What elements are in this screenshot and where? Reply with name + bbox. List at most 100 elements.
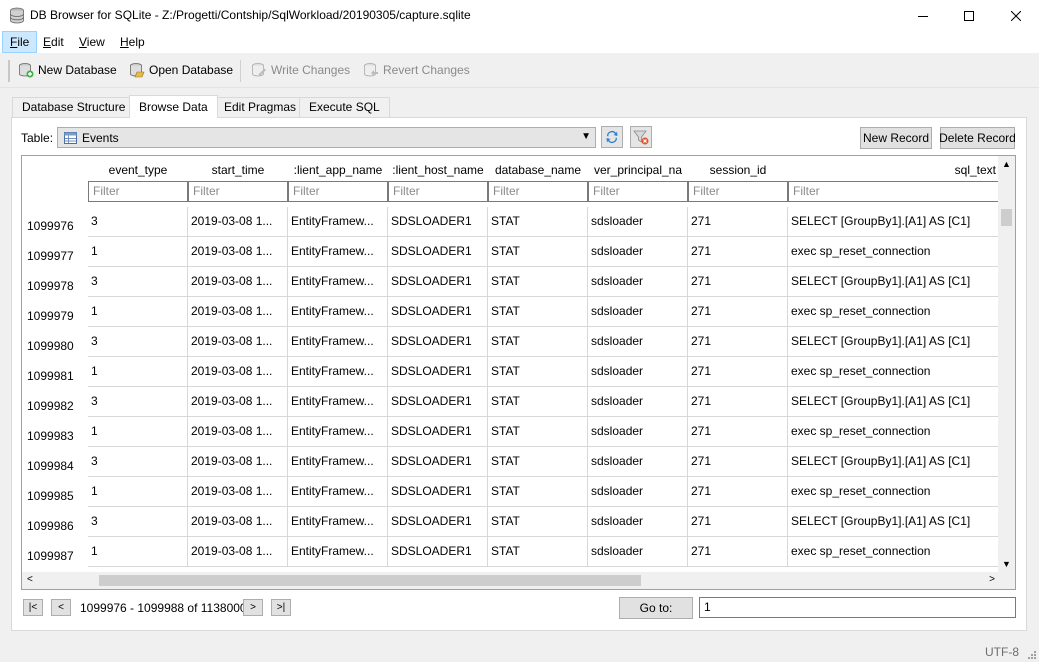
- table-cell[interactable]: 3: [88, 267, 188, 297]
- open-database-button[interactable]: Open Database: [129, 60, 233, 80]
- tab-browse-data[interactable]: Browse Data: [129, 95, 218, 118]
- table-cell[interactable]: SDSLOADER1: [388, 207, 488, 237]
- table-cell[interactable]: SDSLOADER1: [388, 507, 488, 537]
- menu-view[interactable]: View: [72, 31, 112, 53]
- table-cell[interactable]: EntityFramew...: [288, 237, 388, 267]
- table-cell[interactable]: SELECT [GroupBy1].[A1] AS [C1]: [788, 207, 1000, 237]
- row-number[interactable]: 1099976: [22, 207, 88, 237]
- revert-changes-button[interactable]: Revert Changes: [363, 60, 470, 80]
- table-cell[interactable]: 1: [88, 537, 188, 567]
- row-number[interactable]: 1099980: [22, 327, 88, 357]
- table-cell[interactable]: exec sp_reset_connection: [788, 297, 1000, 327]
- scroll-left-icon[interactable]: <: [27, 574, 33, 585]
- table-cell[interactable]: 3: [88, 207, 188, 237]
- delete-record-button[interactable]: Delete Record: [939, 127, 1016, 149]
- table-cell[interactable]: EntityFramew...: [288, 207, 388, 237]
- table-cell[interactable]: 1: [88, 297, 188, 327]
- menu-file[interactable]: File: [2, 31, 38, 53]
- table-cell[interactable]: SDSLOADER1: [388, 237, 488, 267]
- table-cell[interactable]: sdsloader: [588, 507, 688, 537]
- vertical-scrollbar[interactable]: ▲ ▼: [998, 156, 1015, 572]
- table-cell[interactable]: SELECT [GroupBy1].[A1] AS [C1]: [788, 507, 1000, 537]
- table-cell[interactable]: 3: [88, 387, 188, 417]
- table-cell[interactable]: 3: [88, 327, 188, 357]
- new-record-button[interactable]: New Record: [860, 127, 932, 149]
- table-cell[interactable]: 2019-03-08 1...: [188, 447, 288, 477]
- table-cell[interactable]: SDSLOADER1: [388, 297, 488, 327]
- scroll-down-icon[interactable]: ▼: [1002, 559, 1011, 569]
- table-cell[interactable]: EntityFramew...: [288, 357, 388, 387]
- table-cell[interactable]: STAT: [488, 447, 588, 477]
- new-database-button[interactable]: New Database: [18, 60, 117, 80]
- table-cell[interactable]: 271: [688, 387, 788, 417]
- table-cell[interactable]: STAT: [488, 267, 588, 297]
- tab-database-structure[interactable]: Database Structure: [12, 97, 136, 117]
- minimize-icon[interactable]: [900, 0, 946, 31]
- table-cell[interactable]: STAT: [488, 297, 588, 327]
- table-cell[interactable]: 3: [88, 507, 188, 537]
- table-cell[interactable]: 1: [88, 357, 188, 387]
- prev-page-button[interactable]: <: [51, 599, 71, 616]
- table-cell[interactable]: STAT: [488, 387, 588, 417]
- refresh-button[interactable]: [601, 126, 623, 148]
- table-cell[interactable]: EntityFramew...: [288, 507, 388, 537]
- column-filter-input[interactable]: Filter: [688, 181, 788, 202]
- menu-edit[interactable]: Edit: [36, 31, 71, 53]
- table-cell[interactable]: exec sp_reset_connection: [788, 237, 1000, 267]
- menu-help[interactable]: Help: [113, 31, 152, 53]
- table-cell[interactable]: SDSLOADER1: [388, 357, 488, 387]
- table-cell[interactable]: 1: [88, 417, 188, 447]
- horizontal-scroll-thumb[interactable]: [99, 575, 641, 586]
- table-cell[interactable]: 2019-03-08 1...: [188, 477, 288, 507]
- table-cell[interactable]: SELECT [GroupBy1].[A1] AS [C1]: [788, 447, 1000, 477]
- table-cell[interactable]: STAT: [488, 207, 588, 237]
- column-header[interactable]: database_name: [488, 156, 588, 181]
- table-cell[interactable]: 271: [688, 357, 788, 387]
- column-filter-input[interactable]: Filter: [588, 181, 688, 202]
- table-cell[interactable]: 2019-03-08 1...: [188, 327, 288, 357]
- table-cell[interactable]: 271: [688, 297, 788, 327]
- table-cell[interactable]: EntityFramew...: [288, 537, 388, 567]
- table-cell[interactable]: sdsloader: [588, 477, 688, 507]
- table-cell[interactable]: 271: [688, 537, 788, 567]
- table-cell[interactable]: SELECT [GroupBy1].[A1] AS [C1]: [788, 267, 1000, 297]
- table-cell[interactable]: SELECT [GroupBy1].[A1] AS [C1]: [788, 387, 1000, 417]
- table-cell[interactable]: STAT: [488, 417, 588, 447]
- table-cell[interactable]: 271: [688, 447, 788, 477]
- row-number[interactable]: 1099986: [22, 507, 88, 537]
- table-cell[interactable]: STAT: [488, 357, 588, 387]
- column-filter-input[interactable]: Filter: [188, 181, 288, 202]
- table-cell[interactable]: 2019-03-08 1...: [188, 417, 288, 447]
- table-cell[interactable]: exec sp_reset_connection: [788, 417, 1000, 447]
- table-cell[interactable]: SDSLOADER1: [388, 417, 488, 447]
- column-filter-input[interactable]: Filter: [88, 181, 188, 202]
- table-cell[interactable]: 271: [688, 507, 788, 537]
- table-cell[interactable]: SELECT [GroupBy1].[A1] AS [C1]: [788, 327, 1000, 357]
- table-cell[interactable]: sdsloader: [588, 327, 688, 357]
- table-cell[interactable]: 2019-03-08 1...: [188, 267, 288, 297]
- table-cell[interactable]: 271: [688, 417, 788, 447]
- table-cell[interactable]: 2019-03-08 1...: [188, 297, 288, 327]
- column-header[interactable]: start_time: [188, 156, 288, 181]
- row-number[interactable]: 1099985: [22, 477, 88, 507]
- table-cell[interactable]: sdsloader: [588, 207, 688, 237]
- next-page-button[interactable]: >: [243, 599, 263, 616]
- table-cell[interactable]: 271: [688, 207, 788, 237]
- row-number[interactable]: 1099978: [22, 267, 88, 297]
- row-number[interactable]: 1099981: [22, 357, 88, 387]
- table-cell[interactable]: STAT: [488, 537, 588, 567]
- table-cell[interactable]: 1: [88, 237, 188, 267]
- row-number[interactable]: 1099984: [22, 447, 88, 477]
- table-cell[interactable]: STAT: [488, 237, 588, 267]
- table-cell[interactable]: SDSLOADER1: [388, 327, 488, 357]
- first-page-button[interactable]: |<: [23, 599, 43, 616]
- column-header[interactable]: :lient_host_name: [388, 156, 488, 181]
- goto-button[interactable]: Go to:: [619, 597, 693, 619]
- table-cell[interactable]: 271: [688, 327, 788, 357]
- table-cell[interactable]: 3: [88, 447, 188, 477]
- table-cell[interactable]: 2019-03-08 1...: [188, 387, 288, 417]
- table-cell[interactable]: 2019-03-08 1...: [188, 207, 288, 237]
- table-cell[interactable]: STAT: [488, 477, 588, 507]
- close-icon[interactable]: [993, 0, 1039, 31]
- resize-grip-icon[interactable]: [1026, 649, 1037, 660]
